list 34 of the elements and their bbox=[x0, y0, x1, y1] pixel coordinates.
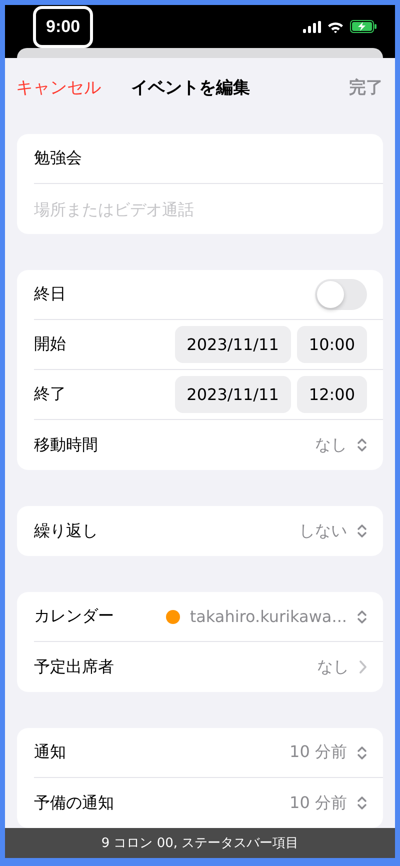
sheet-title: イベントを編集 bbox=[131, 76, 251, 98]
row-label: 終日 bbox=[34, 284, 66, 305]
row-value[interactable]: 10 分前 bbox=[290, 792, 347, 814]
chevron-up-down-icon bbox=[357, 438, 367, 452]
row-value[interactable]: 10 分前 bbox=[290, 742, 347, 763]
row-label: 繰り返し bbox=[34, 520, 98, 542]
chevron-up-down-icon bbox=[357, 524, 367, 538]
date-button[interactable]: 2023/11/11 bbox=[174, 376, 291, 413]
row-value[interactable]: なし bbox=[315, 434, 347, 456]
row-label: 通知 bbox=[34, 742, 66, 763]
title-field[interactable]: 勉強会 bbox=[34, 149, 367, 168]
chevron-up-down-icon bbox=[357, 746, 367, 760]
chevron-up-down-icon bbox=[357, 796, 367, 810]
chevron-right-icon bbox=[359, 660, 367, 674]
row-value[interactable]: takahiro.kurikawa... bbox=[190, 607, 347, 626]
row-label: カレンダー bbox=[34, 606, 114, 627]
time-button[interactable]: 12:00 bbox=[296, 376, 367, 413]
time-button[interactable]: 10:00 bbox=[296, 326, 367, 363]
row-value[interactable]: なし bbox=[317, 656, 349, 678]
location-field[interactable]: 場所またはビデオ通話 bbox=[34, 200, 367, 218]
toggle-switch[interactable] bbox=[315, 279, 367, 310]
date-button[interactable]: 2023/11/11 bbox=[174, 326, 291, 363]
row-label: 移動時間 bbox=[34, 434, 98, 456]
caption-bar: 9 コロン 00, ステータスバー項目 bbox=[5, 828, 395, 858]
cancel-button[interactable]: キャンセル bbox=[16, 76, 101, 98]
battery-icon bbox=[350, 20, 377, 33]
row-label: 終了 bbox=[34, 384, 66, 405]
wifi-icon bbox=[327, 20, 344, 32]
chevron-up-down-icon bbox=[357, 610, 367, 624]
signal-icon bbox=[303, 20, 321, 32]
row-label: 予備の通知 bbox=[34, 792, 114, 814]
row-value[interactable]: しない bbox=[299, 520, 347, 542]
row-label: 開始 bbox=[34, 334, 66, 355]
row-label: 予定出席者 bbox=[34, 656, 114, 678]
